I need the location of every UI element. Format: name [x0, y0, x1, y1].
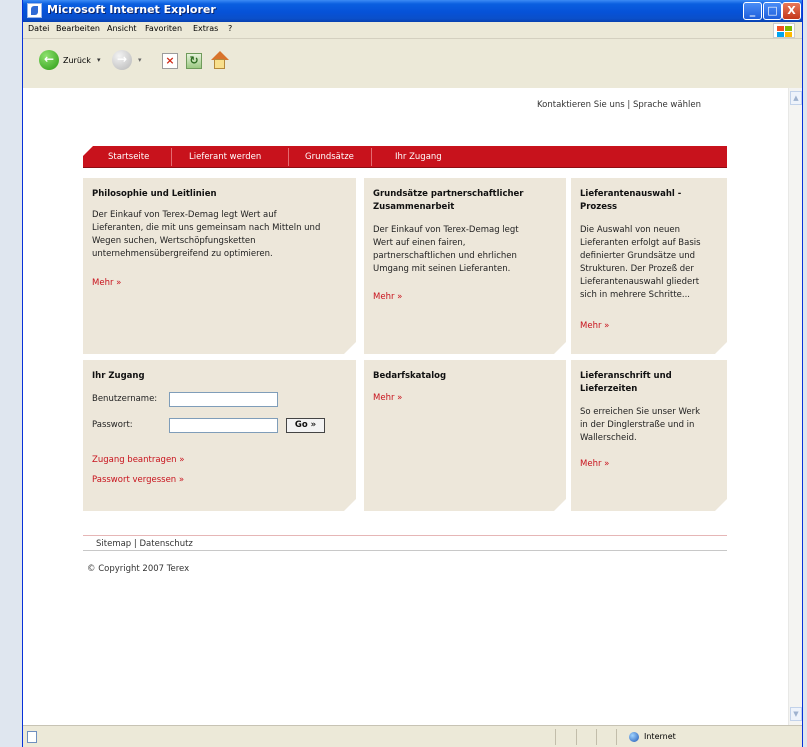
sitemap-link[interactable]: Sitemap: [96, 539, 131, 549]
desktop-right-edge: [803, 0, 807, 747]
card-philosophy-title: Philosophie und Leitlinien: [92, 189, 217, 199]
forward-dropdown-icon[interactable]: ▾: [138, 56, 142, 64]
close-button[interactable]: X: [782, 2, 801, 20]
card-access: Ihr Zugang Benutzername: Passwort: Go » …: [83, 360, 356, 511]
vertical-scrollbar[interactable]: ▲ ▼: [788, 88, 802, 725]
footer-divider-bottom: [83, 550, 727, 551]
forward-icon[interactable]: →: [112, 50, 132, 70]
card-catalog-title: Bedarfskatalog: [373, 371, 447, 381]
card-address-body: So erreichen Sie unser Werk in der Dingl…: [580, 407, 701, 443]
nav-grundsaetze[interactable]: Grundsätze: [305, 152, 354, 162]
catalog-more-link[interactable]: Mehr »: [373, 393, 402, 403]
address-more-link[interactable]: Mehr »: [580, 459, 609, 469]
refresh-icon[interactable]: ↻: [186, 53, 202, 69]
internet-zone-icon: [629, 732, 639, 742]
scroll-down-icon[interactable]: ▼: [790, 707, 802, 721]
card-selection-body: Die Auswahl von neuen Lieferanten erfolg…: [580, 225, 701, 300]
nav-startseite[interactable]: Startseite: [108, 152, 149, 162]
card-principles-title: Grundsätze partnerschaftlicher Zusammena…: [373, 189, 524, 212]
home-icon[interactable]: [210, 51, 229, 70]
back-dropdown-icon[interactable]: ▾: [97, 56, 101, 64]
menu-help[interactable]: ?: [228, 24, 232, 33]
philosophy-more-link[interactable]: Mehr »: [92, 278, 121, 288]
top-links-separator: |: [627, 100, 631, 110]
status-bar: Internet: [23, 725, 802, 747]
menu-extras[interactable]: Extras: [193, 24, 218, 33]
card-selection: Lieferantenauswahl - Prozess Die Auswahl…: [571, 178, 727, 354]
contact-link[interactable]: Kontaktieren Sie uns: [537, 100, 625, 110]
stop-icon[interactable]: ×: [162, 53, 178, 69]
menu-bar: Datei Bearbeiten Ansicht Favoriten Extra…: [23, 22, 802, 39]
back-icon[interactable]: ←: [39, 50, 59, 70]
card-access-title: Ihr Zugang: [92, 371, 145, 381]
nav-lieferant-werden[interactable]: Lieferant werden: [189, 152, 261, 162]
page-status-icon: [27, 731, 37, 743]
minimize-button[interactable]: _: [743, 2, 762, 20]
card-principles: Grundsätze partnerschaftlicher Zusammena…: [364, 178, 566, 354]
principles-more-link[interactable]: Mehr »: [373, 292, 402, 302]
menu-bearbeiten[interactable]: Bearbeiten: [56, 24, 100, 33]
card-selection-title: Lieferantenauswahl - Prozess: [580, 189, 682, 212]
card-catalog: Bedarfskatalog Mehr »: [364, 360, 566, 511]
title-bar: Microsoft Internet Explorer _ □ X: [23, 0, 802, 22]
windows-flag-icon: [773, 23, 795, 38]
card-address-title: Lieferanschrift und Lieferzeiten: [580, 371, 672, 394]
footer-links: Sitemap | Datenschutz: [96, 539, 193, 549]
scroll-up-icon[interactable]: ▲: [790, 91, 802, 105]
password-label: Passwort:: [92, 420, 133, 430]
ie-icon: [27, 3, 42, 18]
menu-favoriten[interactable]: Favoriten: [145, 24, 182, 33]
footer-separator: |: [133, 539, 137, 549]
go-button[interactable]: Go »: [286, 418, 325, 433]
window-title: Microsoft Internet Explorer: [47, 3, 216, 16]
forgot-password-link[interactable]: Passwort vergessen »: [92, 475, 184, 485]
nav-ihr-zugang[interactable]: Ihr Zugang: [395, 152, 442, 162]
username-input[interactable]: [169, 392, 278, 407]
menu-ansicht[interactable]: Ansicht: [107, 24, 137, 33]
footer-divider-top: [83, 535, 727, 536]
security-zone-label: Internet: [644, 732, 676, 741]
card-principles-body: Der Einkauf von Terex-Demag legt Wert au…: [373, 225, 519, 274]
copyright: © Copyright 2007 Terex: [87, 564, 190, 574]
username-label: Benutzername:: [92, 394, 158, 404]
privacy-link[interactable]: Datenschutz: [140, 539, 193, 549]
maximize-button[interactable]: □: [763, 2, 782, 20]
card-philosophy: Philosophie und Leitlinien Der Einkauf v…: [83, 178, 356, 354]
card-philosophy-body: Der Einkauf von Terex-Demag legt Wert au…: [92, 210, 321, 259]
toolbar: [23, 40, 802, 88]
top-links: Kontaktieren Sie uns | Sprache wählen: [537, 100, 701, 110]
request-access-link[interactable]: Zugang beantragen »: [92, 455, 184, 465]
password-input[interactable]: [169, 418, 278, 433]
language-link[interactable]: Sprache wählen: [633, 100, 701, 110]
main-nav: Startseite Lieferant werden Grundsätze I…: [83, 146, 727, 168]
back-button-label[interactable]: Zurück: [63, 56, 91, 65]
desktop-left-edge: [0, 0, 22, 747]
card-address: Lieferanschrift und Lieferzeiten So erre…: [571, 360, 727, 511]
selection-more-link[interactable]: Mehr »: [580, 321, 609, 331]
menu-datei[interactable]: Datei: [28, 24, 49, 33]
